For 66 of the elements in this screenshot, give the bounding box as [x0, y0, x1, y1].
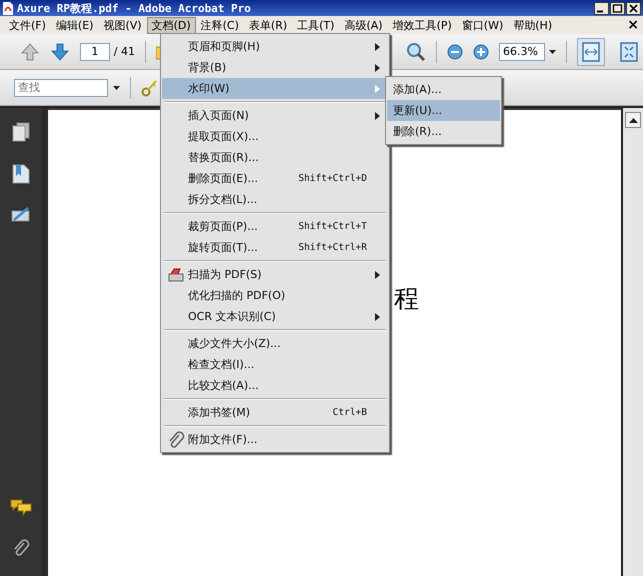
menu-bar-item[interactable]: 文件(F) [4, 16, 51, 34]
submenu-arrow-icon [375, 270, 380, 278]
zoom-field[interactable]: 66.3% [499, 42, 545, 60]
submenu-arrow-icon [375, 64, 380, 72]
find-field[interactable]: 查找 [14, 78, 108, 96]
menu-bar-item[interactable]: 表单(R) [244, 16, 292, 34]
bookmarks-panel-icon[interactable] [12, 164, 30, 184]
menu-item[interactable]: OCR 文本识别(C) [162, 306, 388, 327]
menu-item[interactable]: 添加(A)... [387, 79, 500, 100]
dropdown-caret-icon[interactable] [113, 86, 120, 90]
paperclip-icon[interactable] [12, 538, 30, 558]
signature-panel-icon[interactable] [11, 206, 31, 222]
magnifier-icon[interactable] [406, 42, 426, 62]
menu-item[interactable]: 提取页面(X)... [162, 126, 388, 147]
menu-item[interactable]: 背景(B) [162, 57, 388, 78]
minimize-icon[interactable] [594, 2, 609, 14]
menu-bar-item[interactable]: 帮助(H) [508, 16, 558, 34]
next-page-icon[interactable] [50, 42, 70, 62]
close-document-button[interactable]: × [627, 17, 639, 33]
key-icon[interactable] [141, 78, 157, 96]
zoom-out-icon[interactable] [447, 44, 463, 60]
scanner-icon [168, 268, 184, 282]
menu-item[interactable]: 旋转页面(T)... Shift+Ctrl+R [162, 237, 388, 258]
menu-item[interactable]: 减少文件大小(Z)... [162, 333, 388, 354]
dropdown-caret-icon[interactable] [549, 50, 556, 54]
menu-item[interactable]: 比较文档(A)... [162, 375, 388, 396]
menu-bar-item[interactable]: 视图(V) [98, 16, 147, 34]
pdf-document-icon [2, 2, 14, 14]
speech-bubbles-icon[interactable] [10, 498, 32, 516]
menu-item[interactable]: 拆分文档(L)... [162, 189, 388, 210]
menu-bar-item[interactable]: 文档(D) [146, 16, 196, 34]
zoom-in-icon[interactable] [473, 44, 489, 60]
menu-bar-item[interactable]: 工具(T) [292, 16, 340, 34]
menu-item[interactable]: 删除页面(E)... Shift+Ctrl+D [162, 168, 388, 189]
submenu-arrow-icon [375, 42, 380, 50]
up-arrow-icon [628, 118, 638, 122]
menu-item[interactable]: 更新(U)... [387, 100, 500, 121]
menu-item[interactable]: 水印(W) [162, 78, 388, 99]
scroll-up-button[interactable] [625, 112, 641, 128]
menu-bar-item[interactable]: 注释(C) [196, 16, 244, 34]
maximize-icon[interactable] [610, 2, 625, 14]
menu-item[interactable]: 扫描为 PDF(S) [162, 264, 388, 285]
document-text: 程 [394, 284, 419, 313]
fit-width-button[interactable] [576, 38, 605, 66]
menu-item[interactable]: 优化扫描的 PDF(O) [162, 285, 388, 306]
menu-item[interactable]: 添加书签(M) Ctrl+B [162, 402, 388, 423]
page-count: / 41 [114, 45, 135, 58]
page-number-field[interactable]: 1 [80, 42, 110, 60]
menu-item[interactable]: 删除(R)... [387, 121, 500, 142]
paperclip-icon [167, 430, 185, 450]
menu-item[interactable]: 附加文件(F)... [162, 429, 388, 450]
pages-panel-icon[interactable] [12, 122, 30, 142]
menu-item[interactable]: 页眉和页脚(H) [162, 36, 388, 57]
menu-item[interactable]: 替换页面(R)... [162, 147, 388, 168]
menu-bar-item[interactable]: 窗口(W) [456, 16, 508, 34]
menu-bar-item[interactable]: 高级(A) [339, 16, 388, 34]
menu-item[interactable]: 插入页面(N) [162, 105, 388, 126]
menu-bar-item[interactable]: 增效工具(P) [388, 16, 457, 34]
menu-item[interactable]: 检查文档(I)... [162, 354, 388, 375]
menu-item[interactable]: 裁剪页面(P)... Shift+Ctrl+T [162, 216, 388, 237]
submenu-arrow-icon [375, 84, 380, 92]
close-icon[interactable] [626, 2, 641, 14]
window-title: Axure RP教程.pdf - Adobe Acrobat Pro [17, 0, 252, 16]
submenu-arrow-icon [375, 312, 380, 320]
submenu-arrow-icon [375, 112, 380, 120]
menu-bar-item[interactable]: 编辑(E) [50, 16, 98, 34]
